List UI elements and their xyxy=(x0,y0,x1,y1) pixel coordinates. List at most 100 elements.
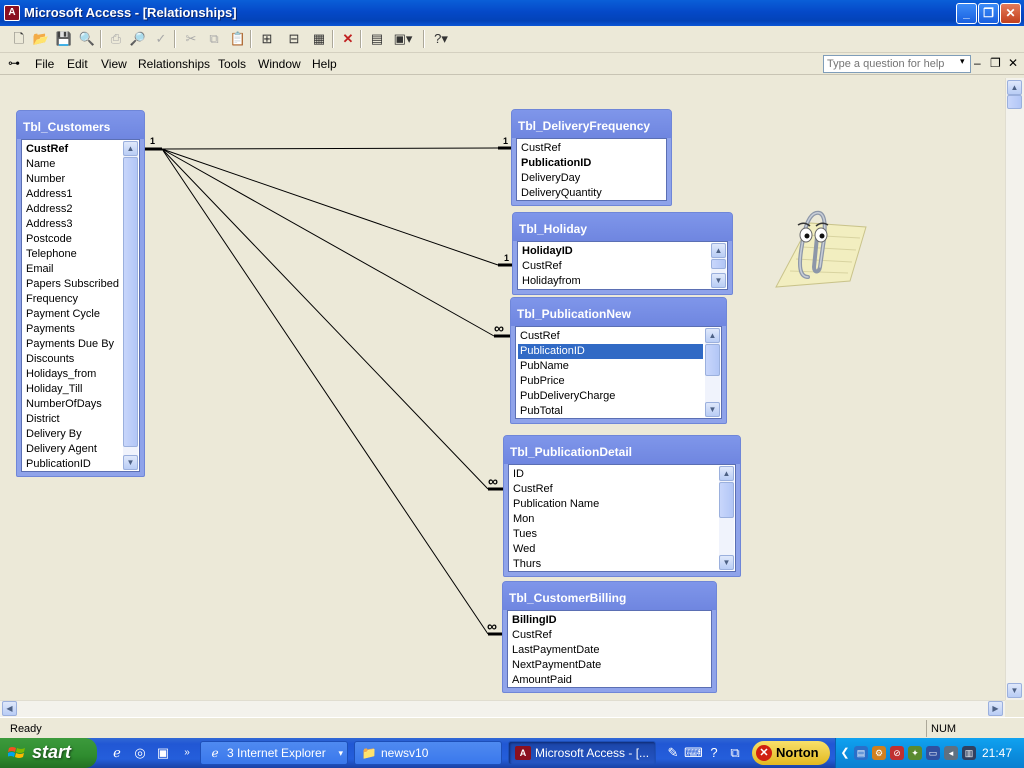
restore-tray-icon[interactable]: ⧉ xyxy=(726,744,744,762)
field-item[interactable]: NextPaymentDate xyxy=(510,658,709,673)
paste-icon[interactable]: 📋 xyxy=(227,29,249,50)
table-publication-new[interactable]: Tbl_PublicationNew CustRef PublicationID… xyxy=(510,297,727,424)
scroll-up-button[interactable]: ▲ xyxy=(719,466,734,481)
scroll-thumb[interactable] xyxy=(123,157,138,447)
help-question-box[interactable] xyxy=(823,55,971,73)
scroll-up-button[interactable]: ▲ xyxy=(705,328,720,343)
monitor-icon[interactable]: ▭ xyxy=(926,746,940,760)
taskbar-item-internet-explorer[interactable]: ℯ 3 Internet Explorer ▾ xyxy=(200,741,348,765)
scroll-down-button[interactable]: ▼ xyxy=(123,455,138,470)
cut-icon[interactable]: ✂ xyxy=(180,29,202,50)
spelling-icon[interactable]: ✓ xyxy=(150,29,172,50)
vertical-scrollbar[interactable]: ▲ ▼ xyxy=(1005,78,1024,700)
field-item-selected[interactable]: PublicationID xyxy=(518,344,703,359)
mdi-close-button[interactable]: ✕ xyxy=(1008,56,1018,70)
table-title[interactable]: Tbl_DeliveryFrequency xyxy=(512,110,671,138)
field-item[interactable]: PubName xyxy=(518,359,703,374)
field-item[interactable]: Number xyxy=(24,172,121,187)
scroll-down-button[interactable]: ▼ xyxy=(711,273,726,288)
field-list-scrollbar[interactable]: ▲ ▼ xyxy=(123,141,138,470)
field-item[interactable]: Payments xyxy=(24,322,121,337)
field-item[interactable]: ID xyxy=(511,467,717,482)
outlook-quick-launch-icon[interactable]: ◎ xyxy=(131,744,149,762)
tray-expand-icon[interactable]: ❮ xyxy=(838,746,852,760)
field-item[interactable]: Payment Cycle xyxy=(24,307,121,322)
scroll-down-button[interactable]: ▼ xyxy=(705,402,720,417)
ie-quick-launch-icon[interactable]: ℯ xyxy=(108,744,126,762)
copy-icon[interactable]: ⧉ xyxy=(203,29,225,50)
menu-help[interactable]: Help xyxy=(312,57,337,71)
help-icon[interactable]: ?▾ xyxy=(430,29,452,50)
field-item[interactable]: Address2 xyxy=(24,202,121,217)
field-item[interactable]: PubDeliveryCharge xyxy=(518,389,703,404)
pen-tray-icon[interactable]: ✎ xyxy=(664,744,682,762)
menu-view[interactable]: View xyxy=(101,57,127,71)
scroll-up-button[interactable]: ▲ xyxy=(711,243,726,258)
field-item[interactable]: Holidays_from xyxy=(24,367,121,382)
new-object-icon[interactable]: ▣▾ xyxy=(392,29,414,50)
menu-window[interactable]: Window xyxy=(258,57,301,71)
field-item[interactable]: PublicationID xyxy=(24,457,121,471)
scroll-down-button[interactable]: ▼ xyxy=(719,555,734,570)
field-item[interactable]: Mon xyxy=(511,512,717,527)
field-item[interactable]: Thurs xyxy=(511,557,717,571)
field-item[interactable]: Holidayfrom xyxy=(520,274,709,289)
field-item[interactable]: AmountPaid xyxy=(510,673,709,687)
security-icon[interactable]: ⚙ xyxy=(872,746,886,760)
field-item[interactable]: Publication Name xyxy=(511,497,717,512)
table-customer-billing[interactable]: Tbl_CustomerBilling BillingID CustRef La… xyxy=(502,581,717,693)
field-item[interactable]: BillingID xyxy=(510,613,709,628)
field-item[interactable]: CustRef xyxy=(510,628,709,643)
scroll-down-button[interactable]: ▼ xyxy=(1007,683,1022,698)
scroll-thumb[interactable] xyxy=(1007,95,1022,109)
update-icon[interactable]: ✦ xyxy=(908,746,922,760)
taskbar-item-newsv10[interactable]: 📁 newsv10 xyxy=(354,741,502,765)
start-button[interactable]: start xyxy=(0,738,97,768)
field-item[interactable]: Wed xyxy=(511,542,717,557)
scroll-thumb[interactable] xyxy=(711,259,726,269)
field-list[interactable]: CustRef Name Number Address1 Address2 Ad… xyxy=(21,139,140,472)
table-title[interactable]: Tbl_Customers xyxy=(17,111,144,139)
field-item[interactable]: Frequency xyxy=(24,292,121,307)
field-item[interactable]: NumberOfDays xyxy=(24,397,121,412)
field-item[interactable]: Telephone xyxy=(24,247,121,262)
field-item[interactable]: Discounts xyxy=(24,352,121,367)
table-title[interactable]: Tbl_Holiday xyxy=(513,213,732,241)
field-item[interactable]: PubPrice xyxy=(518,374,703,389)
open-icon[interactable]: 📂 xyxy=(30,29,52,50)
print-icon[interactable]: ⎙ xyxy=(105,29,127,50)
field-item[interactable]: DeliveryDay xyxy=(519,171,664,186)
taskbar-item-microsoft-access[interactable]: A Microsoft Access - [... xyxy=(508,741,656,765)
field-item[interactable]: CustRef xyxy=(520,259,709,274)
menu-edit[interactable]: Edit xyxy=(67,57,88,71)
field-list-scrollbar[interactable]: ▲ ▼ xyxy=(711,243,726,288)
antivirus-icon[interactable]: ⊘ xyxy=(890,746,904,760)
mdi-minimize-button[interactable]: – xyxy=(974,56,981,70)
norton-button[interactable]: ✕ Norton xyxy=(752,741,830,765)
close-button[interactable]: ✕ xyxy=(1000,3,1021,24)
access-app-icon[interactable]: A xyxy=(4,5,20,21)
help-question-input[interactable] xyxy=(827,57,955,71)
field-item[interactable]: CustRef xyxy=(511,482,717,497)
horizontal-scrollbar[interactable]: ◀ ▶ xyxy=(0,700,1005,717)
print-preview-icon[interactable]: 🔎 xyxy=(127,29,149,50)
field-item[interactable]: CustRef xyxy=(24,142,121,157)
table-publication-detail[interactable]: Tbl_PublicationDetail ID CustRef Publica… xyxy=(503,435,741,577)
field-item[interactable]: CustRef xyxy=(519,141,664,156)
table-holiday[interactable]: Tbl_Holiday HolidayID CustRef Holidayfro… xyxy=(512,212,733,295)
scroll-up-button[interactable]: ▲ xyxy=(1007,80,1022,95)
field-item[interactable]: Postcode xyxy=(24,232,121,247)
restore-button[interactable]: ❐ xyxy=(978,3,999,24)
field-item[interactable]: Email xyxy=(24,262,121,277)
field-list[interactable]: ID CustRef Publication Name Mon Tues Wed… xyxy=(508,464,736,572)
field-item[interactable]: Tues xyxy=(511,527,717,542)
show-direct-icon[interactable]: ⊟ xyxy=(283,29,305,50)
help-tray-icon[interactable]: ? xyxy=(705,744,723,762)
save-icon[interactable]: 💾 xyxy=(53,29,75,50)
show-table-icon[interactable]: ⊞ xyxy=(256,29,278,50)
field-item[interactable]: PubTotal xyxy=(518,404,703,418)
table-title[interactable]: Tbl_PublicationNew xyxy=(511,298,726,326)
field-item[interactable]: Papers Subscribed To xyxy=(24,277,121,292)
menu-tools[interactable]: Tools xyxy=(218,57,246,71)
field-item[interactable]: Holiday_Till xyxy=(24,382,121,397)
